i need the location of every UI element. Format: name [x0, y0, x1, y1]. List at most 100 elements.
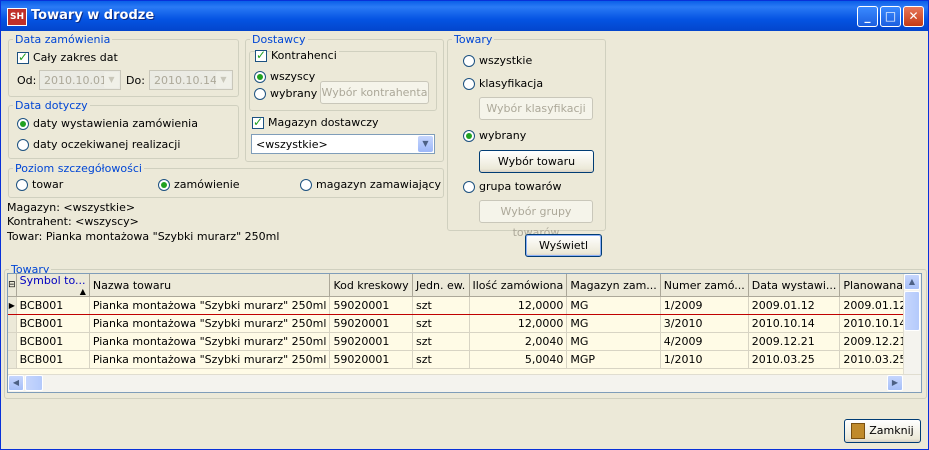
- column-header[interactable]: Kod kreskowy: [329, 274, 414, 297]
- poziom-zamowienie-radio[interactable]: [158, 179, 170, 191]
- table-cell[interactable]: 1/2009: [660, 296, 749, 315]
- chevron-down-icon[interactable]: ▼: [104, 72, 119, 88]
- window-title: Towary w drodze: [31, 8, 155, 23]
- grid-options-icon[interactable]: ⊟: [8, 274, 17, 297]
- od-date-picker[interactable]: 2010.10.01 ▼: [39, 70, 121, 90]
- table-cell[interactable]: MG: [566, 314, 661, 333]
- table-row[interactable]: BCB001 Pianka montażowa "Szybki murarz" 2…: [8, 314, 921, 333]
- do-date-picker[interactable]: 2010.10.14 ▼: [149, 70, 233, 90]
- table-cell[interactable]: szt: [412, 296, 470, 315]
- table-cell[interactable]: 2,0040: [469, 332, 568, 351]
- towary-grid[interactable]: ⊟ Symbol to... ▲ Nazwa towaru Kod kreskow…: [7, 273, 922, 393]
- table-cell[interactable]: 5,0040: [469, 350, 568, 369]
- column-header[interactable]: Ilość zamówiona: [469, 274, 568, 297]
- wybor-klasyfikacji-button[interactable]: Wybór klasyfikacji: [479, 97, 593, 120]
- poziom-towar-label: towar: [32, 178, 64, 191]
- towary-wybrany-label: wybrany: [479, 129, 527, 142]
- row-indicator[interactable]: [8, 332, 17, 351]
- column-header[interactable]: Symbol to... ▲: [16, 274, 90, 297]
- table-cell[interactable]: 1/2010: [660, 350, 749, 369]
- table-row[interactable]: BCB001 Pianka montażowa "Szybki murarz" 2…: [8, 350, 921, 369]
- column-header[interactable]: Numer zamó...: [660, 274, 749, 297]
- column-header[interactable]: Nazwa towaru: [89, 274, 331, 297]
- column-header[interactable]: Magazyn zam...: [566, 274, 661, 297]
- chevron-down-icon[interactable]: ▼: [216, 72, 231, 88]
- daty-wystawienia-radio[interactable]: [17, 118, 29, 130]
- group-legend: Poziom szczegółowości: [15, 162, 142, 175]
- zamknij-button[interactable]: Zamknij: [844, 419, 921, 443]
- table-cell[interactable]: szt: [412, 350, 470, 369]
- scroll-thumb[interactable]: [25, 375, 43, 391]
- table-cell[interactable]: MG: [566, 296, 661, 315]
- row-indicator[interactable]: [8, 350, 17, 369]
- daty-wystawienia-label: daty wystawienia zamówienia: [33, 117, 198, 130]
- table-cell[interactable]: 4/2009: [660, 332, 749, 351]
- table-cell[interactable]: 2009.01.12: [748, 296, 841, 315]
- magazyn-value: <wszystkie>: [256, 138, 328, 151]
- minimize-button[interactable]: _: [857, 6, 878, 27]
- magazyn-dostawczy-checkbox[interactable]: [252, 115, 264, 129]
- table-cell[interactable]: Pianka montażowa "Szybki murarz" 250ml: [89, 314, 331, 333]
- table-row[interactable]: BCB001 Pianka montażowa "Szybki murarz" 2…: [8, 332, 921, 351]
- table-row[interactable]: ▶ BCB001 Pianka montażowa "Szybki murarz" …: [8, 296, 921, 315]
- table-cell[interactable]: 59020001: [329, 350, 414, 369]
- towary-wszystkie-radio[interactable]: [463, 55, 475, 67]
- maximize-button[interactable]: □: [880, 6, 901, 27]
- table-cell[interactable]: 3/2010: [660, 314, 749, 333]
- wyswietl-button[interactable]: Wyświetl: [525, 234, 602, 257]
- group-legend: Data zamówienia: [15, 33, 111, 46]
- kontrahenci-checkbox[interactable]: [255, 48, 267, 62]
- title-bar[interactable]: SH Towary w drodze _ □ ✕: [1, 1, 928, 31]
- table-cell[interactable]: 2009.12.21: [748, 332, 841, 351]
- wybor-towaru-button[interactable]: Wybór towaru: [479, 150, 594, 173]
- table-cell[interactable]: 59020001: [329, 296, 414, 315]
- table-header-row: ⊟ Symbol to... ▲ Nazwa towaru Kod kreskow…: [8, 274, 921, 297]
- wybrany-kontrahent-radio[interactable]: [254, 88, 266, 100]
- towary-wybrany-radio[interactable]: [463, 130, 475, 142]
- horizontal-scrollbar[interactable]: ◀ ▶: [8, 374, 921, 392]
- table-cell[interactable]: BCB001: [16, 332, 90, 351]
- row-indicator[interactable]: [8, 314, 17, 333]
- table-cell[interactable]: 2010.03.25: [748, 350, 841, 369]
- daty-realizacji-radio[interactable]: [17, 139, 29, 151]
- scroll-right-icon[interactable]: ▶: [887, 375, 903, 391]
- poziom-magazyn-radio[interactable]: [300, 179, 312, 191]
- daty-realizacji-label: daty oczekiwanej realizacji: [33, 138, 181, 151]
- table-cell[interactable]: BCB001: [16, 296, 90, 315]
- table-cell[interactable]: MG: [566, 332, 661, 351]
- table-cell[interactable]: 59020001: [329, 332, 414, 351]
- grupa-towarow-radio[interactable]: [463, 181, 475, 193]
- table-cell[interactable]: szt: [412, 332, 470, 351]
- grupa-towarow-label: grupa towarów: [479, 180, 562, 193]
- kontrahenci-label: Kontrahenci: [271, 49, 339, 62]
- magazyn-dostawczy-select[interactable]: <wszystkie> ▼: [251, 134, 435, 154]
- wszyscy-radio[interactable]: [254, 71, 266, 83]
- table-cell[interactable]: 12,0000: [469, 296, 568, 315]
- chevron-down-icon[interactable]: ▼: [418, 136, 433, 152]
- table-cell[interactable]: Pianka montażowa "Szybki murarz" 250ml: [89, 332, 331, 351]
- table-cell[interactable]: 12,0000: [469, 314, 568, 333]
- wybor-kontrahenta-button[interactable]: Wybór kontrahenta: [320, 81, 429, 104]
- table-cell[interactable]: Pianka montażowa "Szybki murarz" 250ml: [89, 296, 331, 315]
- minimize-icon: _: [864, 9, 871, 23]
- klasyfikacja-radio[interactable]: [463, 78, 475, 90]
- maximize-icon: □: [884, 9, 897, 23]
- table-cell[interactable]: Pianka montażowa "Szybki murarz" 250ml: [89, 350, 331, 369]
- klasyfikacja-label: klasyfikacja: [479, 77, 544, 90]
- table-cell[interactable]: 59020001: [329, 314, 414, 333]
- table-cell[interactable]: BCB001: [16, 314, 90, 333]
- table-cell[interactable]: 2010.10.14: [748, 314, 841, 333]
- column-header[interactable]: Jedn. ew.: [412, 274, 470, 297]
- scroll-thumb[interactable]: [904, 291, 920, 331]
- table-cell[interactable]: MGP: [566, 350, 661, 369]
- scroll-left-icon[interactable]: ◀: [8, 375, 24, 391]
- table-cell[interactable]: szt: [412, 314, 470, 333]
- close-button[interactable]: ✕: [903, 6, 924, 27]
- row-pointer-icon[interactable]: ▶: [8, 296, 17, 315]
- poziom-towar-radio[interactable]: [16, 179, 28, 191]
- table-cell[interactable]: BCB001: [16, 350, 90, 369]
- caly-zakres-checkbox[interactable]: [17, 50, 29, 64]
- scroll-up-icon[interactable]: ▲: [904, 274, 920, 290]
- column-header[interactable]: Data wystawi...: [748, 274, 841, 297]
- wybor-grupy-button[interactable]: Wybór grupy towarów: [479, 200, 593, 239]
